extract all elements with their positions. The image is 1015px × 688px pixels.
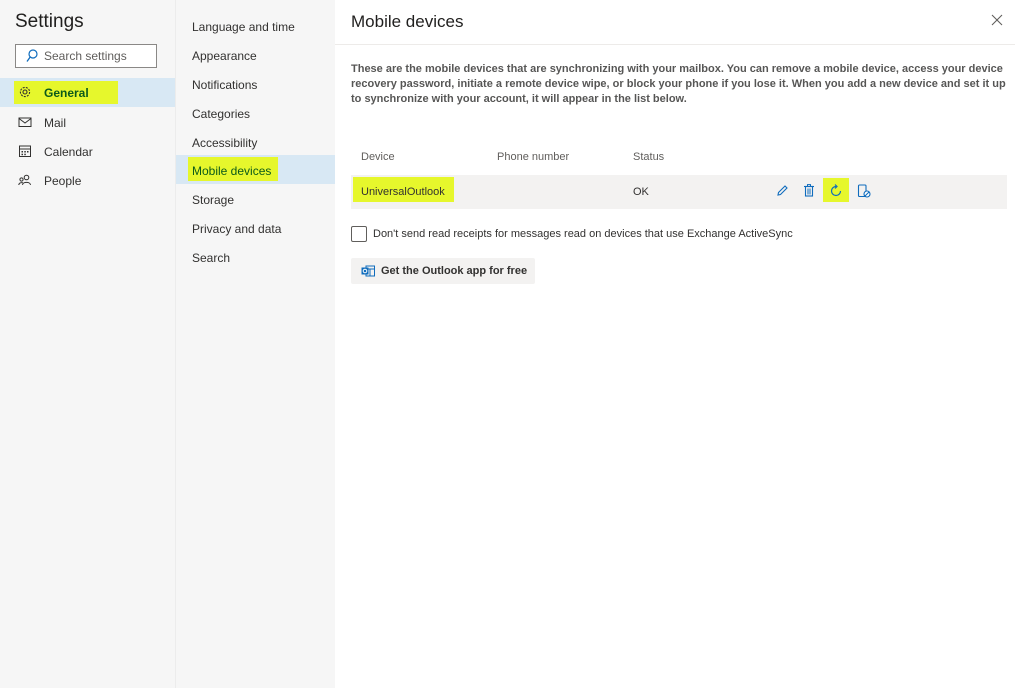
subnav-label: Mobile devices [192,164,272,178]
subnav-storage[interactable]: Storage [176,184,336,213]
status-cell: OK [633,186,649,198]
outlook-app-icon [361,265,375,277]
subnav-label: Appearance [192,49,257,63]
subnav-label: Notifications [192,78,258,92]
close-icon[interactable] [991,14,1003,26]
category-label: Mail [44,116,67,130]
column-header-status: Status [633,151,665,163]
category-label: People [44,174,82,188]
subnav-categories[interactable]: Categories [176,98,336,127]
people-icon [18,173,32,190]
category-label: General [44,86,89,100]
subnav-label: Categories [192,107,251,121]
subnav-label: Language and time [192,20,295,34]
page-title: Mobile devices [351,12,464,31]
read-receipts-checkbox[interactable] [351,226,367,242]
settings-title: Settings [15,11,84,32]
subnav-appearance[interactable]: Appearance [176,40,336,69]
edit-icon[interactable] [776,184,789,197]
block-device-icon[interactable] [857,184,871,198]
settings-subnav-pane: Language and time Appearance Notificatio… [175,0,336,688]
search-placeholder: Search settings [44,49,127,63]
category-people[interactable]: People [0,166,175,195]
get-outlook-app-label: Get the Outlook app for free [381,265,528,277]
mobile-devices-pane: Mobile devices These are the mobile devi… [335,0,1015,688]
category-general[interactable]: General [0,78,175,107]
subnav-privacy-and-data[interactable]: Privacy and data [176,213,336,242]
delete-icon[interactable] [803,184,815,197]
description-text: These are the mobile devices that are sy… [351,63,1006,105]
subnav-notifications[interactable]: Notifications [176,69,336,98]
category-label: Calendar [44,145,93,159]
subnav-accessibility[interactable]: Accessibility [176,127,336,156]
device-name-cell: UniversalOutlook [361,186,445,198]
search-icon [26,49,38,62]
settings-category-pane: Settings Search settings General Mail Ca… [0,0,175,688]
subnav-mobile-devices[interactable]: Mobile devices [176,155,336,184]
subnav-label: Accessibility [192,136,258,150]
mail-icon [18,115,32,132]
refresh-icon[interactable] [829,184,843,198]
gear-icon [18,85,32,102]
subnav-label: Storage [192,193,235,207]
column-header-device: Device [361,151,395,163]
column-header-phone-number: Phone number [497,151,570,163]
subnav-language-and-time[interactable]: Language and time [176,11,336,40]
get-outlook-app-button[interactable]: Get the Outlook app for free [351,258,535,284]
search-settings-input[interactable]: Search settings [15,44,157,68]
category-mail[interactable]: Mail [0,108,175,137]
read-receipts-label: Don't send read receipts for messages re… [373,228,793,240]
subnav-label: Privacy and data [192,222,282,236]
category-calendar[interactable]: Calendar [0,137,175,166]
subnav-label: Search [192,251,231,265]
calendar-icon [18,144,32,161]
subnav-search[interactable]: Search [176,242,336,271]
title-divider [335,44,1015,45]
